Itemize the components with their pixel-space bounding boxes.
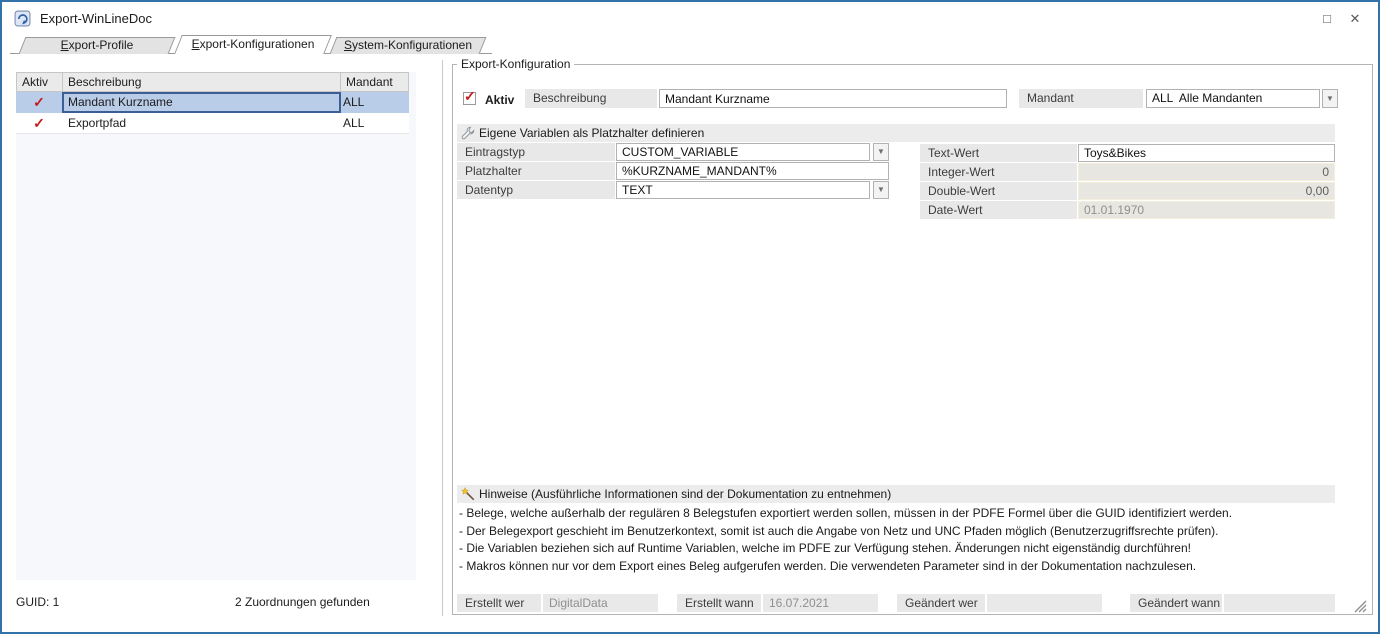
resize-grip[interactable] (1351, 597, 1367, 613)
geaendert-wann-label: Geändert wann (1130, 594, 1222, 612)
configuration-grid: Aktiv Beschreibung Mandant ✓ Mandant Kur… (16, 72, 409, 134)
date-wert-label: Date-Wert (920, 201, 1077, 219)
table-row[interactable]: ✓ Mandant Kurzname ALL (16, 92, 409, 113)
tab-export-konfigurationen[interactable]: Export-Konfigurationen (178, 35, 328, 54)
window-title: Export-WinLineDoc (40, 11, 152, 26)
column-header-beschreibung[interactable]: Beschreibung (63, 73, 341, 91)
erstellt-wann-label: Erstellt wann (677, 594, 761, 612)
hint-line: - Makros können nur vor dem Export eines… (459, 559, 1196, 573)
erstellt-wer-label: Erstellt wer (457, 594, 541, 612)
row-check-icon: ✓ (16, 113, 62, 133)
wrench-icon (461, 126, 475, 140)
geaendert-wann-value (1224, 594, 1335, 612)
export-doc-icon (14, 10, 31, 27)
tab-label: System-Konfigurationen (333, 37, 483, 54)
variables-section-header: Eigene Variablen als Platzhalter definie… (457, 124, 1335, 142)
hint-line: - Der Belegexport geschieht im Benutzerk… (459, 524, 1219, 538)
column-header-mandant[interactable]: Mandant (341, 73, 408, 91)
geaendert-wer-label: Geändert wer (897, 594, 985, 612)
row-mandant: ALL (340, 92, 409, 112)
mandant-dropdown-arrow-icon[interactable]: ▼ (1322, 89, 1338, 108)
row-mandant: ALL (340, 113, 409, 133)
maximize-button[interactable]: □ (1316, 10, 1338, 28)
row-beschreibung: Exportpfad (62, 113, 340, 133)
beschreibung-input[interactable] (659, 89, 1007, 108)
datentyp-label: Datentyp (457, 181, 615, 199)
aktiv-label: Aktiv (485, 93, 514, 107)
hint-line: - Belege, welche außerhalb der regulären… (459, 506, 1232, 520)
tab-label: Export-Konfigurationen (178, 35, 328, 54)
aktiv-checkbox[interactable]: ✓ (463, 92, 476, 105)
datentyp-dropdown[interactable]: TEXT (616, 181, 870, 199)
datentyp-dropdown-arrow-icon[interactable]: ▼ (873, 181, 889, 199)
tab-system-konfigurationen[interactable]: System-Konfigurationen (333, 37, 483, 54)
text-wert-input[interactable] (1078, 144, 1335, 162)
eintragstyp-dropdown[interactable]: CUSTOM_VARIABLE (616, 143, 870, 161)
table-row[interactable]: ✓ Exportpfad ALL (16, 113, 409, 134)
hints-section-title: Hinweise (Ausführliche Informationen sin… (479, 485, 891, 503)
double-wert-label: Double-Wert (920, 182, 1077, 200)
grid-header-row: Aktiv Beschreibung Mandant (16, 72, 409, 92)
erstellt-wann-value: 16.07.2021 (763, 594, 878, 612)
integer-wert-field: 0 (1078, 163, 1335, 181)
guid-status: GUID: 1 (16, 595, 59, 609)
integer-wert-label: Integer-Wert (920, 163, 1077, 181)
export-winlinedoc-window: Export-WinLineDoc □ ✕ Export-Profile Exp… (0, 0, 1380, 634)
hint-line: - Die Variablen beziehen sich auf Runtim… (459, 541, 1191, 555)
date-wert-field: 01.01.1970 (1078, 201, 1335, 219)
result-count-status: 2 Zuordnungen gefunden (235, 595, 370, 609)
eintragstyp-dropdown-arrow-icon[interactable]: ▼ (873, 143, 889, 161)
text-wert-label: Text-Wert (920, 144, 1077, 162)
erstellt-wer-value: DigitalData (543, 594, 658, 612)
groupbox-title: Export-Konfiguration (457, 57, 574, 71)
check-icon: ✓ (464, 88, 476, 105)
tab-export-profile[interactable]: Export-Profile (22, 37, 172, 54)
column-header-aktiv[interactable]: Aktiv (17, 73, 63, 91)
platzhalter-label: Platzhalter (457, 162, 615, 180)
title-bar: Export-WinLineDoc □ ✕ (2, 2, 1378, 34)
platzhalter-input[interactable] (616, 162, 889, 180)
configuration-list-panel: Aktiv Beschreibung Mandant ✓ Mandant Kur… (16, 72, 416, 580)
geaendert-wer-value (987, 594, 1102, 612)
double-wert-field: 0,00 (1078, 182, 1335, 200)
row-check-icon: ✓ (16, 92, 62, 112)
hints-section-header: Hinweise (Ausführliche Informationen sin… (457, 485, 1335, 503)
tab-label: Export-Profile (22, 37, 172, 54)
close-button[interactable]: ✕ (1344, 10, 1366, 28)
eintragstyp-label: Eintragstyp (457, 143, 615, 161)
mandant-dropdown[interactable]: ALL Alle Mandanten (1146, 89, 1320, 108)
panel-separator (442, 60, 443, 616)
variables-section-title: Eigene Variablen als Platzhalter definie… (479, 124, 704, 142)
beschreibung-label: Beschreibung (525, 89, 657, 108)
magic-wand-icon (461, 487, 475, 501)
row-beschreibung: Mandant Kurzname (62, 92, 340, 112)
mandant-label: Mandant (1019, 89, 1143, 108)
